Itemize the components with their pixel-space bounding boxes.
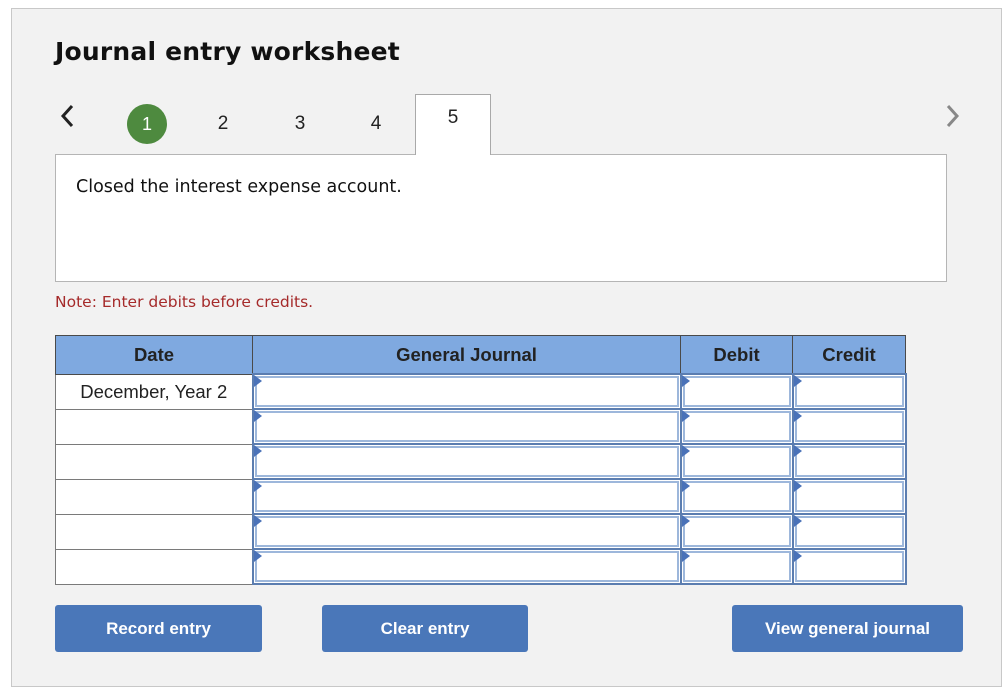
header-debit: Debit <box>680 335 793 375</box>
date-cell <box>55 548 253 585</box>
input-marker-icon <box>793 445 802 457</box>
debit-input[interactable] <box>682 551 791 582</box>
view-general-journal-button[interactable]: View general journal <box>732 605 963 652</box>
table-row <box>55 408 907 445</box>
dropdown-marker-icon <box>253 445 262 457</box>
account-input[interactable] <box>254 516 679 547</box>
account-cell[interactable] <box>251 513 682 550</box>
step-1-button[interactable]: 1 <box>127 104 167 144</box>
debit-input[interactable] <box>682 446 791 477</box>
record-entry-button[interactable]: Record entry <box>55 605 262 652</box>
credit-cell[interactable] <box>791 373 907 410</box>
account-cell[interactable] <box>251 373 682 410</box>
table-row: December, Year 2 <box>55 373 907 410</box>
date-cell <box>55 478 253 515</box>
chevron-right-icon <box>942 103 962 129</box>
credit-input[interactable] <box>794 376 904 407</box>
input-marker-icon <box>793 480 802 492</box>
account-cell[interactable] <box>251 408 682 445</box>
debit-input[interactable] <box>682 376 791 407</box>
table-row <box>55 478 907 515</box>
header-credit: Credit <box>792 335 906 375</box>
account-cell[interactable] <box>251 548 682 585</box>
dropdown-marker-icon <box>253 375 262 387</box>
input-marker-icon <box>681 515 690 527</box>
dropdown-marker-icon <box>253 550 262 562</box>
credit-input[interactable] <box>794 446 904 477</box>
date-cell <box>55 408 253 445</box>
credit-cell[interactable] <box>791 513 907 550</box>
credit-cell[interactable] <box>791 548 907 585</box>
journal-entry-table: Date General Journal Debit Credit Decemb… <box>55 335 907 585</box>
dropdown-marker-icon <box>253 480 262 492</box>
table-header-row: Date General Journal Debit Credit <box>55 335 906 375</box>
account-input[interactable] <box>254 446 679 477</box>
step-3-button[interactable]: 3 <box>280 104 320 144</box>
prev-step-button[interactable] <box>58 103 78 129</box>
input-marker-icon <box>681 375 690 387</box>
account-cell[interactable] <box>251 443 682 480</box>
credit-input[interactable] <box>794 411 904 442</box>
worksheet-panel: Journal entry worksheet 1 2 3 4 5 Closed… <box>11 8 1002 687</box>
credit-cell[interactable] <box>791 408 907 445</box>
table-row <box>55 513 907 550</box>
account-input[interactable] <box>254 411 679 442</box>
debit-input[interactable] <box>682 411 791 442</box>
input-marker-icon <box>793 550 802 562</box>
debit-cell[interactable] <box>679 548 794 585</box>
table-row <box>55 548 907 585</box>
debit-input[interactable] <box>682 516 791 547</box>
input-marker-icon <box>681 445 690 457</box>
account-cell[interactable] <box>251 478 682 515</box>
chevron-left-icon <box>58 103 78 129</box>
date-cell: December, Year 2 <box>55 373 253 410</box>
credit-input[interactable] <box>794 551 904 582</box>
header-date: Date <box>55 335 253 375</box>
input-marker-icon <box>793 515 802 527</box>
input-marker-icon <box>681 550 690 562</box>
credit-input[interactable] <box>794 516 904 547</box>
debit-cell[interactable] <box>679 443 794 480</box>
input-marker-icon <box>681 480 690 492</box>
debit-cell[interactable] <box>679 408 794 445</box>
debit-cell[interactable] <box>679 513 794 550</box>
dropdown-marker-icon <box>253 515 262 527</box>
account-input[interactable] <box>254 481 679 512</box>
table-row <box>55 443 907 480</box>
date-cell <box>55 513 253 550</box>
next-step-button[interactable] <box>942 103 962 129</box>
step-5-tab[interactable]: 5 <box>415 94 491 155</box>
transaction-description: Closed the interest expense account. <box>76 177 402 197</box>
input-marker-icon <box>793 410 802 422</box>
debit-cell[interactable] <box>679 373 794 410</box>
credit-cell[interactable] <box>791 443 907 480</box>
page-title: Journal entry worksheet <box>55 37 400 66</box>
debit-input[interactable] <box>682 481 791 512</box>
step-4-button[interactable]: 4 <box>356 104 396 144</box>
debit-cell[interactable] <box>679 478 794 515</box>
step-2-button[interactable]: 2 <box>203 104 243 144</box>
input-marker-icon <box>681 410 690 422</box>
credit-cell[interactable] <box>791 478 907 515</box>
account-input[interactable] <box>254 551 679 582</box>
account-input[interactable] <box>254 376 679 407</box>
transaction-description-box: Closed the interest expense account. <box>55 154 947 282</box>
credit-input[interactable] <box>794 481 904 512</box>
input-marker-icon <box>793 375 802 387</box>
date-cell <box>55 443 253 480</box>
dropdown-marker-icon <box>253 410 262 422</box>
instruction-note: Note: Enter debits before credits. <box>55 293 314 311</box>
header-general-journal: General Journal <box>252 335 681 375</box>
clear-entry-button[interactable]: Clear entry <box>322 605 528 652</box>
